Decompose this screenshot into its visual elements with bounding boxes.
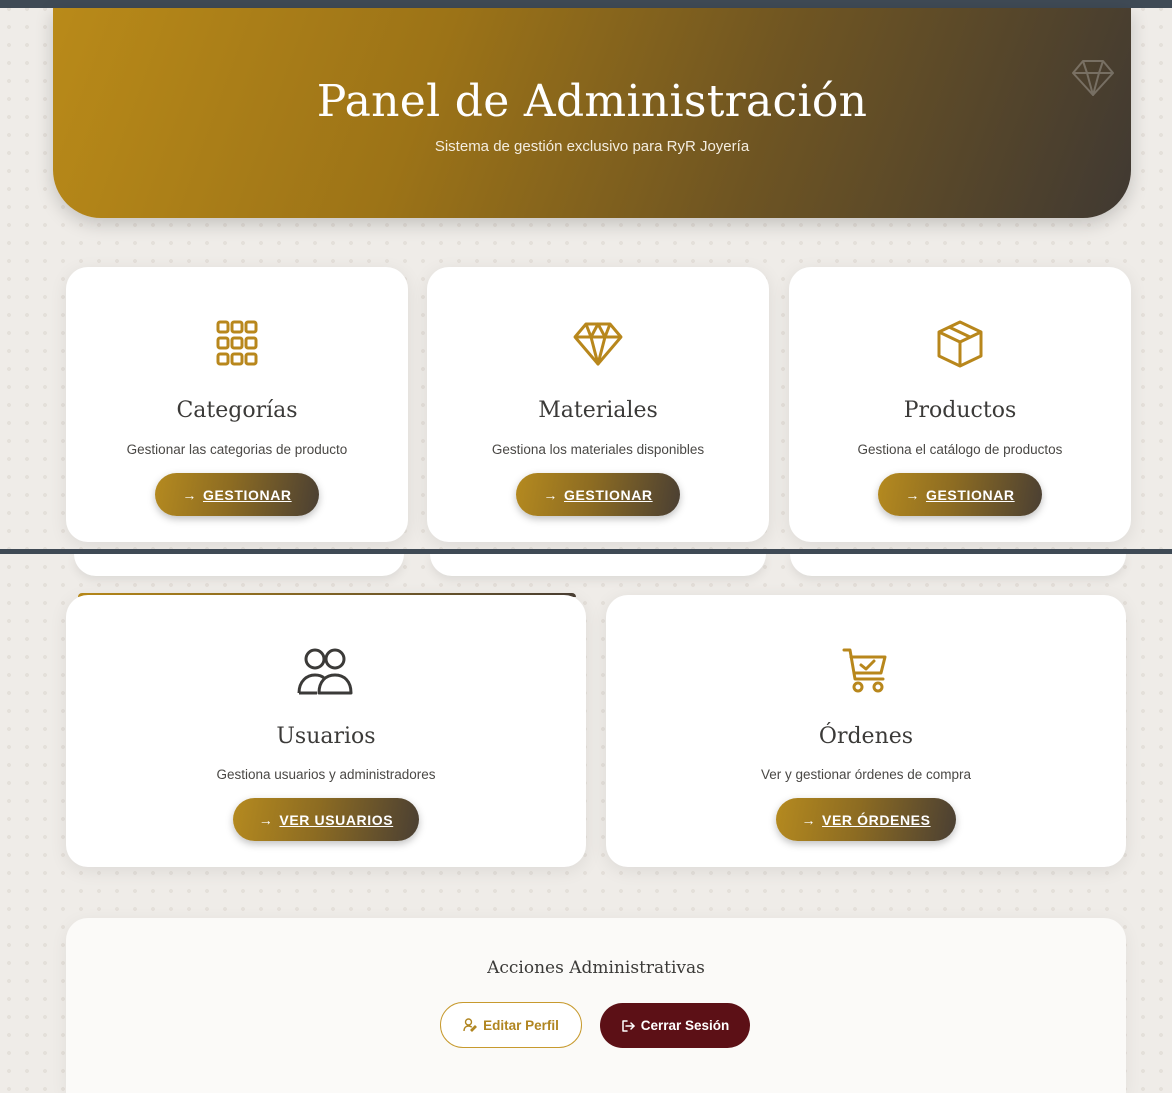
grid-icon <box>216 320 258 366</box>
edit-profile-button[interactable]: Editar Perfil <box>440 1002 582 1048</box>
card-materiales: Materiales Gestiona los materiales dispo… <box>427 267 769 542</box>
arrow-right-icon: → <box>182 486 197 503</box>
button-label: GESTIONAR <box>925 486 1015 503</box>
ver-usuarios-button[interactable]: → VER USUARIOS <box>233 798 419 841</box>
ver-ordenes-button[interactable]: → VER ÓRDENES <box>776 798 956 841</box>
logout-label: Cerrar Sesión <box>640 1018 730 1033</box>
diamond-watermark-icon <box>1072 60 1114 96</box>
button-label: VER ÓRDENES <box>822 811 931 828</box>
card-description: Gestionar las categorias de producto <box>126 442 348 457</box>
screenshot-separator <box>0 549 1172 554</box>
card-usuarios: Usuarios Gestiona usuarios y administrad… <box>66 595 586 867</box>
cart-icon <box>842 648 887 693</box>
actions-title: Acciones Administrativas <box>487 958 705 978</box>
card-title: Productos <box>903 398 1017 423</box>
card-ordenes: Órdenes Ver y gestionar órdenes de compr… <box>606 595 1126 867</box>
arrow-right-icon: → <box>905 486 920 503</box>
gestionar-productos-button[interactable]: → GESTIONAR <box>878 473 1042 516</box>
card-title: Categorías <box>176 398 298 423</box>
page-subtitle: Sistema de gestión exclusivo para RyR Jo… <box>434 138 750 155</box>
user-edit-icon <box>463 1018 478 1032</box>
diamond-icon <box>573 322 623 366</box>
card-description: Gestiona los materiales disponibles <box>491 442 705 457</box>
admin-actions-panel: Acciones Administrativas Editar Perfil C… <box>66 918 1126 1093</box>
card-title: Usuarios <box>276 724 376 749</box>
button-label: GESTIONAR <box>202 486 292 503</box>
card-description: Gestiona usuarios y administradores <box>216 767 436 782</box>
button-label: GESTIONAR <box>563 486 653 503</box>
card-bottom-edge <box>74 554 404 576</box>
top-border <box>0 0 1172 8</box>
card-title: Órdenes <box>818 724 914 749</box>
card-description: Gestiona el catálogo de productos <box>857 442 1063 457</box>
arrow-right-icon: → <box>801 811 817 828</box>
page-title: Panel de Administración <box>316 76 868 127</box>
card-bottom-edge <box>430 554 766 576</box>
arrow-right-icon: → <box>543 486 558 503</box>
card-description: Ver y gestionar órdenes de compra <box>760 767 972 782</box>
card-categorias: Categorías Gestionar las categorias de p… <box>66 267 408 542</box>
logout-button[interactable]: Cerrar Sesión <box>600 1003 750 1048</box>
logout-icon <box>621 1019 635 1032</box>
card-title: Materiales <box>538 398 658 423</box>
users-icon <box>297 648 353 695</box>
button-label: VER USUARIOS <box>279 811 394 828</box>
edit-profile-label: Editar Perfil <box>483 1017 559 1033</box>
gestionar-categorias-button[interactable]: → GESTIONAR <box>155 473 319 516</box>
arrow-right-icon: → <box>258 811 274 828</box>
box-icon <box>937 320 983 368</box>
card-productos: Productos Gestiona el catálogo de produc… <box>789 267 1131 542</box>
header-banner: Panel de Administración Sistema de gesti… <box>53 8 1131 218</box>
card-bottom-edge <box>790 554 1126 576</box>
gestionar-materiales-button[interactable]: → GESTIONAR <box>516 473 680 516</box>
